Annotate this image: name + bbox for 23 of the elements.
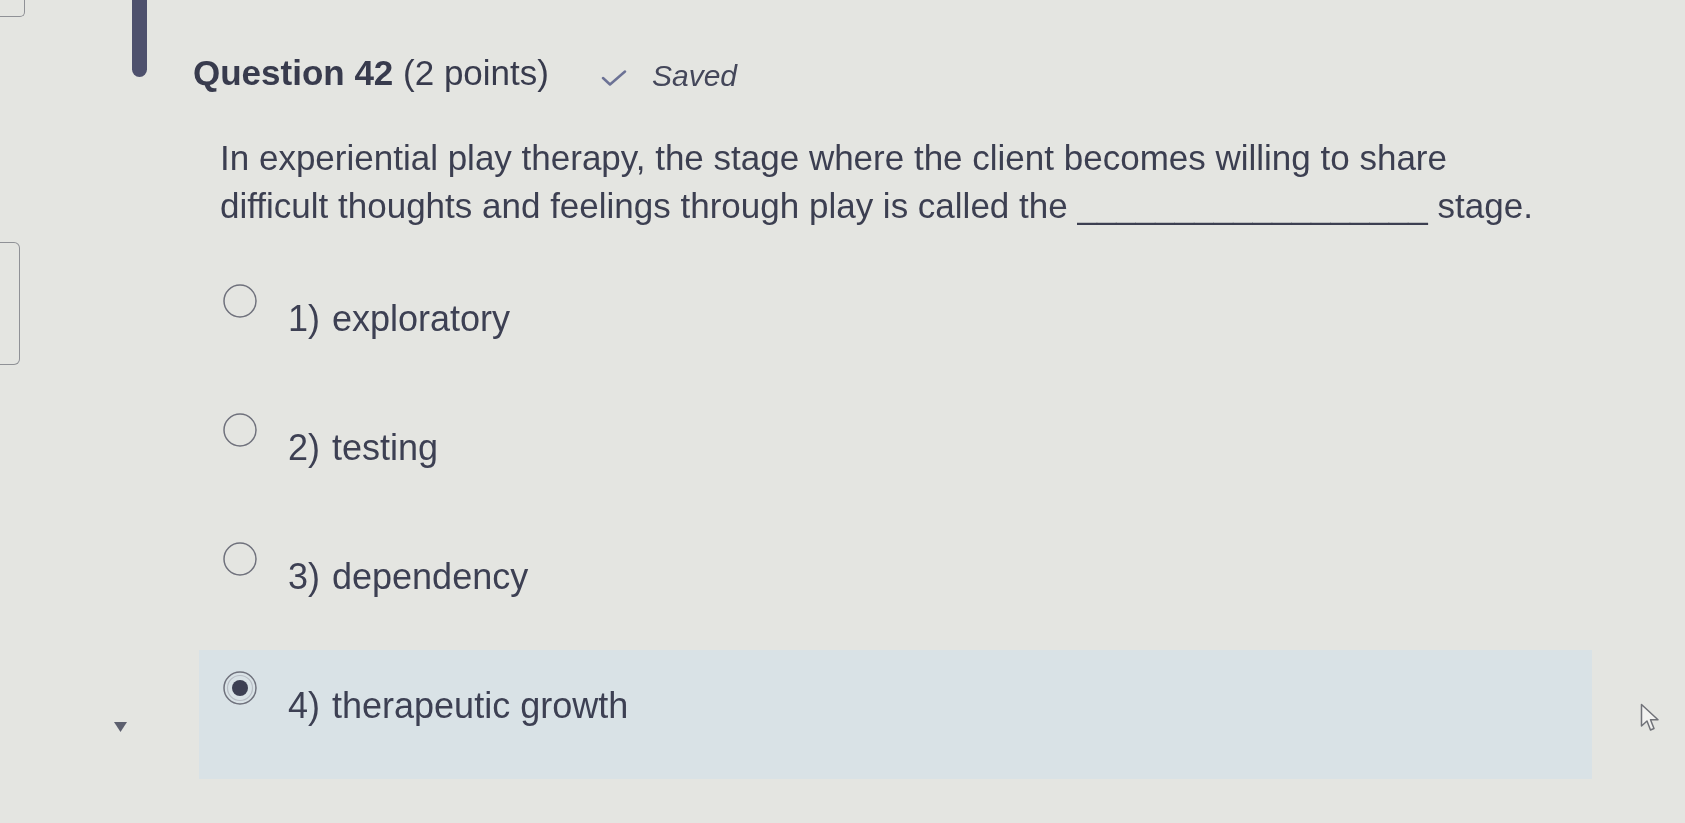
answer-option[interactable]: 4) therapeutic growth [199,650,1592,779]
answer-option[interactable]: 3) dependency [199,521,1592,650]
option-label: dependency [332,555,529,599]
radio-button[interactable] [223,284,257,318]
option-label: testing [332,426,439,470]
mouse-pointer-icon [1640,703,1660,733]
option-number: 2) [288,426,320,470]
radio-button[interactable] [223,542,257,576]
option-number: 3) [288,555,320,599]
option-label: therapeutic growth [332,684,629,728]
answer-option[interactable]: 1) exploratory [199,263,1592,392]
question-text: In experiential play therapy, the stage where the client becomes willing to share difficult thoughts and feelings through play is called the __________________ stage. [220,137,1534,227]
panel-edge [0,0,25,17]
radio-button[interactable] [223,413,257,447]
saved-status: Saved [651,58,738,94]
option-number: 4) [288,684,320,728]
option-number: 1) [288,297,320,341]
option-label: exploratory [332,297,511,341]
radio-button[interactable] [223,671,257,705]
caret-icon[interactable] [114,722,127,732]
question-title: Question 42 (2 points) [193,53,549,93]
answer-option[interactable]: 2) testing [199,392,1592,521]
check-icon [600,70,627,86]
